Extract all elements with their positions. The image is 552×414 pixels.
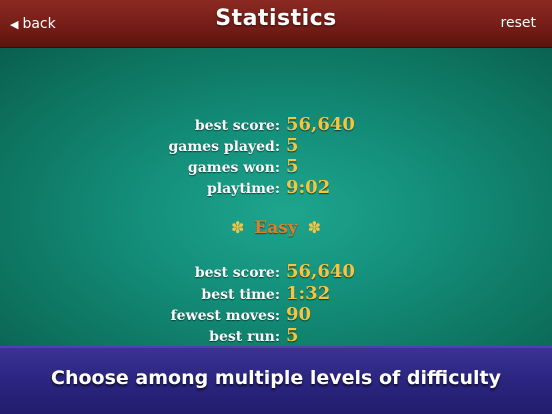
easy-fewest-moves-label: fewest moves:: [170, 308, 280, 324]
easy-row-best-score: best score: 56,640: [0, 261, 552, 283]
easy-best-run-value: 5: [286, 325, 299, 346]
stat-row-best-score: best score: 56,640: [0, 114, 552, 136]
easy-best-time-value: 1:32: [286, 283, 331, 304]
easy-fewest-moves-value: 90: [286, 304, 312, 325]
difficulty-heading-easy: ✽ Easy ✽: [0, 218, 552, 238]
games-won-value: 5: [286, 156, 299, 177]
stat-row-playtime: playtime: 9:02: [0, 177, 552, 199]
easy-row-best-time: best time: 1:32: [0, 283, 552, 305]
games-won-label: games won:: [187, 160, 280, 176]
reset-button[interactable]: reset: [501, 15, 536, 31]
page-title: Statistics: [215, 6, 337, 31]
easy-best-score-label: best score:: [194, 265, 280, 281]
easy-best-score-value: 56,640: [286, 261, 355, 282]
easy-best-run-label: best run:: [209, 329, 280, 345]
top-bar: ◀ back Statistics reset: [0, 0, 552, 48]
easy-row-best-run: best run: 5: [0, 325, 552, 347]
ornament-right-icon: ✽: [307, 218, 322, 237]
promo-banner-text: Choose among multiple levels of difficul…: [51, 367, 501, 389]
best-score-value: 56,640: [286, 114, 355, 135]
ornament-left-icon: ✽: [230, 218, 245, 237]
stat-row-games-won: games won: 5: [0, 156, 552, 178]
playtime-value: 9:02: [286, 177, 331, 198]
easy-best-time-label: best time:: [201, 287, 280, 303]
best-score-label: best score:: [194, 118, 280, 134]
games-played-value: 5: [286, 135, 299, 156]
playtime-label: playtime:: [207, 181, 280, 197]
easy-row-fewest-moves: fewest moves: 90: [0, 304, 552, 326]
games-played-label: games played:: [168, 139, 280, 155]
difficulty-heading-label: Easy: [254, 218, 298, 238]
stat-row-games-played: games played: 5: [0, 135, 552, 157]
promo-banner: Choose among multiple levels of difficul…: [0, 346, 552, 414]
